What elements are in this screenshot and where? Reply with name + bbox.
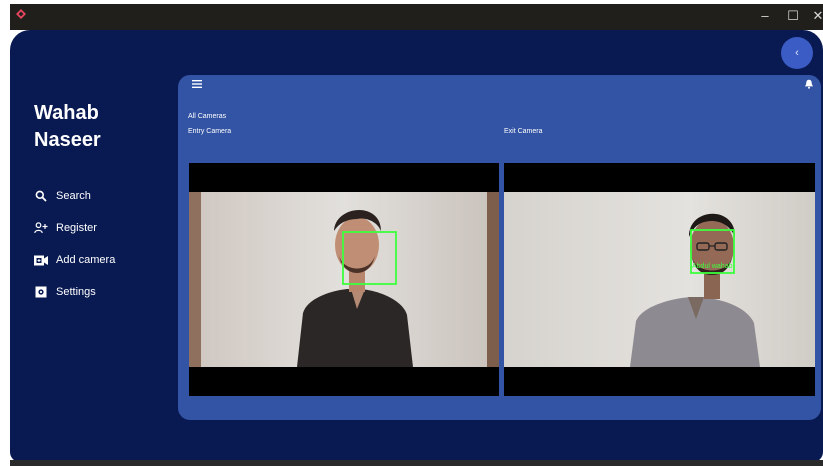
title-bar: – ☐ ✕ [10,4,823,30]
entry-camera-label: Entry Camera [188,128,232,135]
add-person-icon [34,221,48,235]
close-button[interactable]: ✕ [807,7,823,25]
user-name: Wahab Naseer [34,100,174,154]
cameras-panel: All Cameras Entry Camera Exit Camera Abd… [178,75,821,420]
app-window: ‹ Wahab Naseer Search Register Add camer… [10,30,823,462]
menu-icon[interactable] [192,80,202,88]
exit-face-label: Abdul wahab [692,263,733,270]
sidebar-item-label: Search [56,190,91,202]
maximize-button[interactable]: ☐ [782,7,804,25]
user-last-name: Naseer [34,129,101,151]
sidebar-item-label: Settings [56,286,96,298]
window-bottom-edge [10,460,823,466]
bell-icon[interactable] [804,79,814,89]
section-title: All Cameras [188,113,227,120]
entry-camera-frame [189,192,499,367]
settings-icon [34,285,48,299]
sidebar-nav: Search Register Add camera Settings [34,180,184,308]
exit-camera-feed[interactable]: Abdul wahab [504,163,815,396]
search-icon [34,189,48,203]
minimize-button[interactable]: – [754,7,776,25]
sidebar-item-register[interactable]: Register [34,212,184,244]
sidebar-item-settings[interactable]: Settings [34,276,184,308]
entry-camera-feed[interactable] [189,163,499,396]
user-first-name: Wahab [34,102,99,124]
sidebar-item-label: Add camera [56,254,116,266]
sidebar-item-add-camera[interactable]: Add camera [34,244,184,276]
sidebar-item-label: Register [56,222,97,234]
back-button[interactable]: ‹ [781,37,813,69]
exit-camera-label: Exit Camera [504,128,543,135]
sidebar-item-search[interactable]: Search [34,180,184,212]
exit-camera-frame [504,192,815,367]
camera-icon [34,253,48,267]
app-logo-icon [16,9,26,19]
